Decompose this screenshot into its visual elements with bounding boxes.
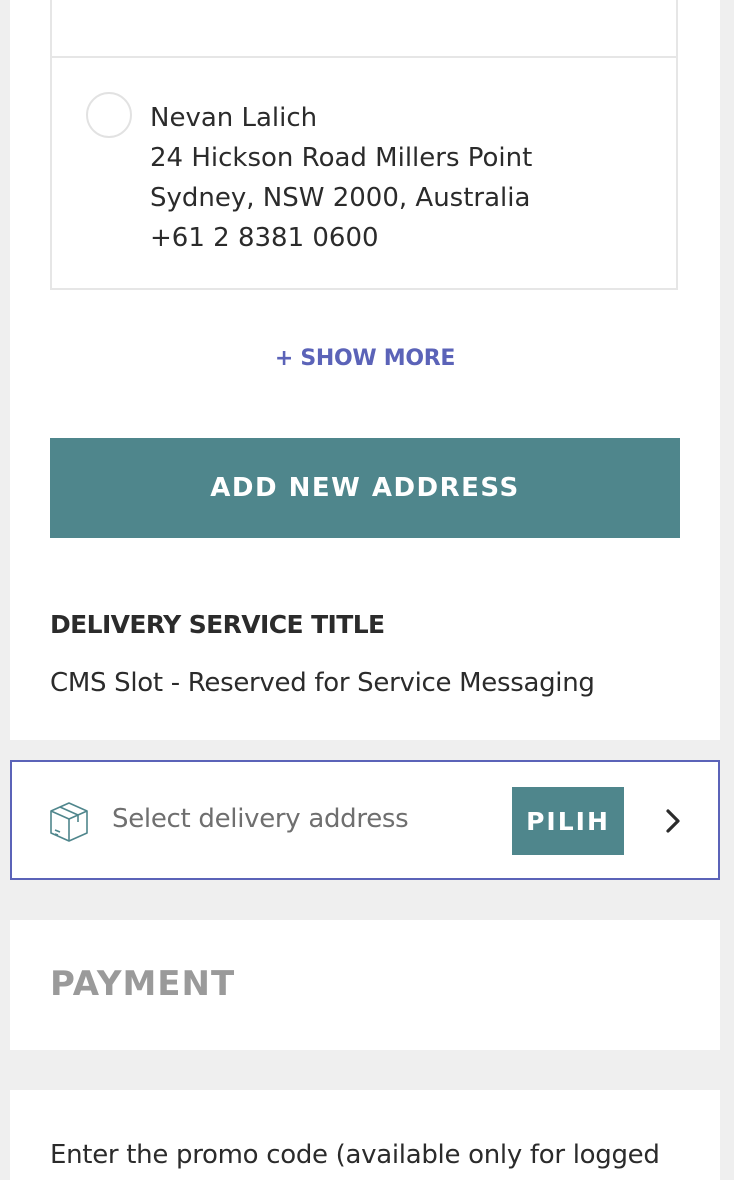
address-phone: +61 2 8381 0600 (150, 223, 379, 253)
service-message: CMS Slot - Reserved for Service Messagin… (50, 668, 595, 698)
promo-code-instructions: Enter the promo code (available only for… (50, 1140, 660, 1170)
address-option[interactable]: Nevan Lalich 24 Hickson Road Millers Poi… (50, 56, 678, 290)
address-phone: +61 2 8381 0600 (150, 0, 379, 10)
pilih-button[interactable]: PILIH (512, 787, 624, 855)
address-city: Sydney, NSW 2000, Australia (150, 183, 531, 213)
show-more-link[interactable]: + SHOW MORE (10, 346, 720, 371)
package-box-icon (50, 802, 88, 842)
chevron-right-icon[interactable] (664, 807, 682, 835)
select-delivery-address-row[interactable]: Select delivery address PILIH (10, 760, 720, 880)
address-name: Nevan Lalich (150, 103, 318, 133)
delivery-service-title: DELIVERY SERVICE TITLE (50, 610, 385, 639)
address-option[interactable]: +61 2 8381 0600 (50, 0, 678, 58)
payment-heading: PAYMENT (50, 964, 236, 1004)
payment-section: PAYMENT (10, 920, 720, 1050)
select-delivery-address-label: Select delivery address (112, 804, 409, 834)
address-details: +61 2 8381 0600 (150, 0, 379, 10)
address-radio[interactable] (86, 92, 132, 138)
add-new-address-button[interactable]: ADD NEW ADDRESS (50, 438, 680, 538)
shipping-address-panel: +61 2 8381 0600 Nevan Lalich 24 Hickson … (10, 0, 720, 740)
promo-code-section: Enter the promo code (available only for… (10, 1090, 720, 1180)
address-street: 24 Hickson Road Millers Point (150, 143, 533, 173)
address-details: Nevan Lalich 24 Hickson Road Millers Poi… (150, 98, 532, 258)
